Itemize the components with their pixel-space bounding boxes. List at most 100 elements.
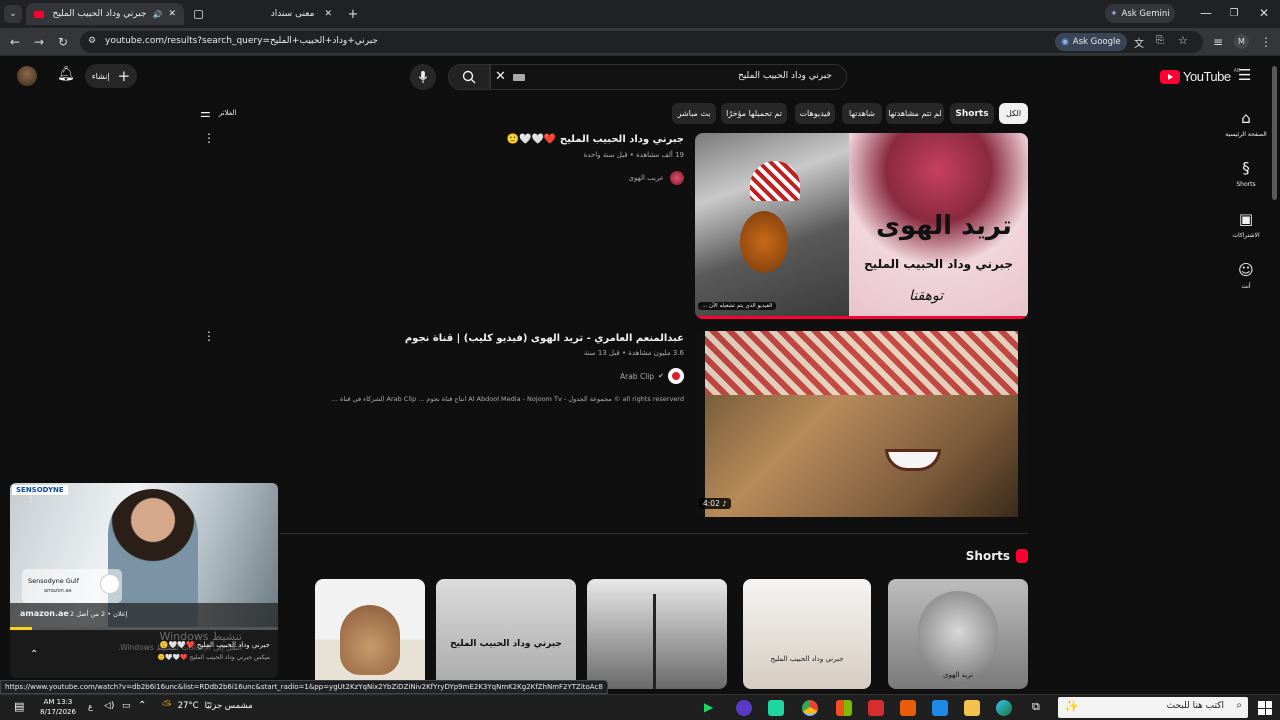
ad-info-card[interactable]: Sensodyne Gulf amazon.ae xyxy=(22,569,122,603)
hidden-icons-chevron-icon[interactable]: ⌃ xyxy=(138,700,146,711)
forward-arrow-icon[interactable]: → xyxy=(30,33,48,51)
ad-cta-bar[interactable]: amazon.ae إعلان • 2 من أصل 2 xyxy=(10,603,278,627)
now-playing-badge: الفيديو الذي يتم تشغيله الآن ... xyxy=(698,302,777,310)
reading-list-icon[interactable]: ≡ xyxy=(1209,33,1227,51)
result-2-more-icon[interactable]: ⋮ xyxy=(203,329,215,343)
search-icon xyxy=(462,70,476,84)
notification-center-icon[interactable]: ▤ xyxy=(14,700,24,713)
result-2-channel-name: Arab Clip xyxy=(620,371,655,381)
partly-sunny-icon: ⛅︎ xyxy=(162,698,172,712)
chip-recently-uploaded[interactable]: تم تحميلها مؤخرًا xyxy=(721,103,787,124)
menu-hamburger-icon[interactable]: ☰ xyxy=(1238,66,1251,84)
address-bar[interactable]: ⚙ youtube.com/results?search_query=جبرني… xyxy=(80,31,1203,53)
voice-search-button[interactable] xyxy=(410,64,436,90)
short-card-3[interactable] xyxy=(587,579,727,689)
app-icon-folder[interactable] xyxy=(964,700,980,716)
minimize-button[interactable]: — xyxy=(1196,4,1216,22)
tab-search-icon[interactable]: ⌄ xyxy=(4,5,22,23)
short-card-4[interactable]: جبرني وداد الحبيب المليح xyxy=(743,579,871,689)
tab-close-icon[interactable]: ✕ xyxy=(168,9,176,19)
sidebar-item-you[interactable]: ☺ أنت xyxy=(1225,261,1267,290)
chip-shorts[interactable]: Shorts xyxy=(950,103,994,124)
maximize-button[interactable]: ❐ xyxy=(1224,4,1244,22)
youtube-logo-icon xyxy=(1160,69,1180,84)
short-card-5[interactable]: تريد الهوى xyxy=(888,579,1028,689)
channel-avatar[interactable] xyxy=(17,66,37,86)
site-info-icon[interactable]: ⚙ xyxy=(88,36,96,46)
gemini-sparkle-icon: ✦ xyxy=(1110,8,1118,19)
result-1-more-icon[interactable]: ⋮ xyxy=(203,131,215,145)
translate-icon[interactable]: 文 xyxy=(1134,35,1144,50)
thumbnail-right-art: تريد الهوى جبرني وداد الحبيب المليح توهق… xyxy=(849,133,1028,319)
app-icon-green-play[interactable]: ▶ xyxy=(704,700,720,716)
close-window-button[interactable]: ✕ xyxy=(1254,4,1274,22)
oud-instrument xyxy=(740,211,788,273)
sidebar-item-shorts[interactable]: § Shorts xyxy=(1225,159,1267,188)
start-windows-icon[interactable] xyxy=(1258,701,1272,715)
result-1-title[interactable]: جبرني وداد الحبيب المليح ❤️🤍🤍🙂 xyxy=(380,134,684,145)
child-face xyxy=(918,591,998,681)
app-icon-teal[interactable] xyxy=(768,700,784,716)
filters-button[interactable]: ⚌ الفلاتر xyxy=(200,106,236,120)
network-icon[interactable]: ▭ xyxy=(122,701,131,711)
chip-watched[interactable]: شاهدتها xyxy=(842,103,882,124)
edge-taskbar-icon[interactable] xyxy=(996,700,1012,716)
short-card-2[interactable]: جبرني وداد الحبيب المليح xyxy=(436,579,576,689)
ad-menu-icon[interactable]: ⋮ xyxy=(26,493,36,504)
weather-widget[interactable]: ⛅︎ 27°C مشمس جزئيًا xyxy=(162,698,253,713)
result-2-thumbnail[interactable]: 4:02 ♪ xyxy=(695,331,1028,517)
tower-graphic xyxy=(653,594,656,689)
taskbar-search-placeholder: اكتب هنا للبحث xyxy=(1166,701,1224,711)
search-input[interactable]: جبرني وداد الحبيب المليح xyxy=(738,71,832,81)
create-button[interactable]: إنشاء + xyxy=(85,64,137,88)
notifications-bell-icon[interactable]: 🔔︎ xyxy=(57,66,75,82)
clock[interactable]: AM 13:3 8/17/2026 xyxy=(38,697,78,717)
sidebar-item-home[interactable]: ⌂ الصفحة الرئيسية xyxy=(1225,109,1267,138)
tab-active[interactable]: جبرني وداد الحبيب المليح - Yo 🔊 ✕ xyxy=(26,3,184,25)
ask-gemini-button[interactable]: ✦ Ask Gemini xyxy=(1105,4,1175,23)
task-view-icon[interactable]: ⧉ xyxy=(1032,700,1048,716)
chip-unwatched[interactable]: لم تتم مشاهدتها xyxy=(886,103,944,124)
chrome-menu-icon[interactable]: ⋮ xyxy=(1257,33,1275,51)
chip-videos[interactable]: فيديوهات xyxy=(795,103,835,124)
app-icon-mail[interactable] xyxy=(932,700,948,716)
app-icon-orange-g[interactable] xyxy=(900,700,916,716)
chrome-taskbar-icon[interactable] xyxy=(802,700,818,716)
ask-google-button[interactable]: ◉ Ask Google xyxy=(1055,33,1127,51)
clear-search-icon[interactable]: ✕ xyxy=(495,69,506,84)
short-caption: جبرني وداد الحبيب المليح xyxy=(450,639,562,649)
volume-icon[interactable]: ◁) xyxy=(104,701,114,711)
result-1-channel[interactable]: عريب الهوى xyxy=(560,171,684,185)
back-arrow-icon[interactable]: ← xyxy=(6,33,24,51)
app-icon-store[interactable] xyxy=(836,700,852,716)
new-tab-button[interactable]: + xyxy=(344,5,362,23)
profile-avatar[interactable]: M xyxy=(1234,34,1249,49)
bookmark-star-icon[interactable]: ☆ xyxy=(1178,34,1188,47)
search-button[interactable] xyxy=(448,64,490,90)
start-square xyxy=(1258,701,1265,708)
chip-all[interactable]: الكل xyxy=(999,103,1028,124)
tab-inactive[interactable]: معنى سنداد ✕ xyxy=(186,3,340,25)
chip-live[interactable]: بث مباشر xyxy=(672,103,716,124)
youtube-logo[interactable]: YouTube AE xyxy=(1160,68,1240,84)
ask-gemini-label: Ask Gemini xyxy=(1121,8,1170,19)
tab-close-icon[interactable]: ✕ xyxy=(324,9,332,19)
language-indicator[interactable]: ع xyxy=(88,702,93,711)
short-face xyxy=(340,605,400,675)
short-card-1[interactable] xyxy=(315,579,425,689)
miniplayer-expand-icon[interactable]: ⌃ xyxy=(30,649,38,660)
result-1-thumbnail[interactable]: تريد الهوى جبرني وداد الحبيب المليح توهق… xyxy=(695,133,1028,319)
reload-icon[interactable]: ↻ xyxy=(54,33,72,51)
install-app-icon[interactable]: ⎘ xyxy=(1156,35,1164,46)
page-scrollbar[interactable] xyxy=(1272,66,1277,200)
clock-time: AM 13:3 xyxy=(43,698,73,706)
app-icon-wps[interactable] xyxy=(868,700,884,716)
app-icon-purple[interactable] xyxy=(736,700,752,716)
result-2-channel[interactable]: Arab Clip ✔ xyxy=(560,368,684,384)
search-box[interactable]: ✕ جبرني وداد الحبيب المليح xyxy=(490,64,847,90)
keyboard-icon[interactable] xyxy=(513,74,525,81)
sidebar-item-subscriptions[interactable]: ▣ الاشتراكات xyxy=(1225,210,1267,239)
result-2-title[interactable]: عبدالمنعم العامري - تريد الهوى (فيديو كل… xyxy=(380,333,684,344)
taskbar-search-box[interactable]: ✨ اكتب هنا للبحث ⌕ xyxy=(1058,697,1248,718)
ad-progress-fill xyxy=(10,627,32,630)
